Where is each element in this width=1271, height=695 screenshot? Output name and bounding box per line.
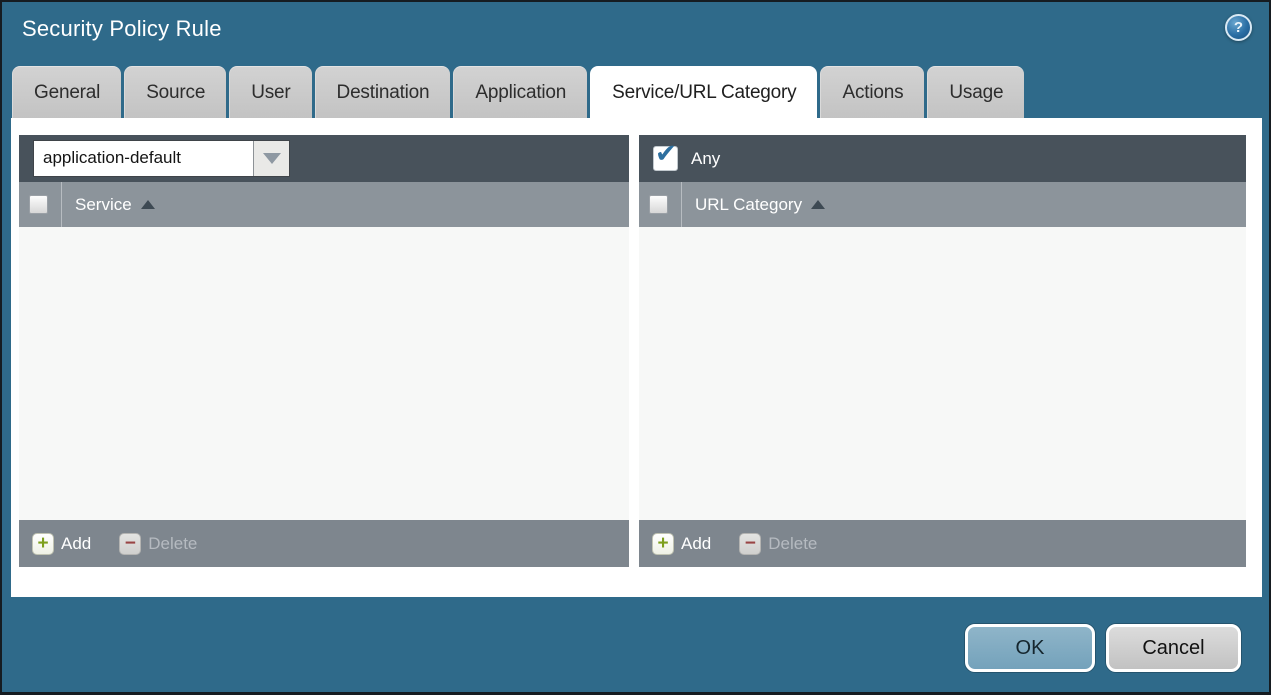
checkmark-icon: ✔ — [655, 138, 677, 168]
url-category-delete-button[interactable]: − Delete — [739, 532, 818, 555]
delete-button-label: Delete — [148, 533, 198, 553]
tab-general[interactable]: General — [12, 66, 122, 118]
service-dropdown[interactable]: application-default — [33, 140, 290, 177]
any-checkbox[interactable]: ✔ — [653, 138, 678, 171]
chevron-down-icon[interactable] — [253, 141, 289, 176]
tab-destination[interactable]: Destination — [314, 66, 451, 118]
plus-icon: + — [652, 532, 674, 555]
url-category-add-button[interactable]: + Add — [652, 532, 712, 555]
url-category-panel: ✔ Any URL Category + Add − Delete — [639, 135, 1246, 567]
url-category-table-header: URL Category — [639, 182, 1246, 227]
delete-button-label: Delete — [768, 533, 818, 553]
service-column-header[interactable]: Service — [75, 195, 132, 215]
ok-button[interactable]: OK — [965, 624, 1095, 672]
service-panel: application-default Service + Add − Dele… — [19, 135, 629, 567]
service-panel-footer: + Add − Delete — [19, 520, 629, 567]
url-category-panel-footer: + Add − Delete — [639, 520, 1246, 567]
minus-icon: − — [119, 532, 142, 555]
tab-application[interactable]: Application — [453, 66, 588, 118]
tab-source[interactable]: Source — [124, 66, 227, 118]
tab-actions[interactable]: Actions — [820, 66, 925, 118]
url-category-panel-toolbar: ✔ Any — [639, 135, 1246, 182]
tab-service-url-category[interactable]: Service/URL Category — [590, 66, 818, 120]
tab-user[interactable]: User — [229, 66, 312, 118]
header-divider — [61, 182, 62, 227]
sort-ascending-icon[interactable] — [811, 200, 826, 209]
minus-icon: − — [739, 532, 762, 555]
any-checkbox-label: Any — [691, 148, 721, 168]
service-list[interactable] — [19, 227, 629, 520]
tab-usage[interactable]: Usage — [927, 66, 1025, 118]
add-button-label: Add — [61, 533, 92, 553]
dialog-content: application-default Service + Add − Dele… — [11, 118, 1262, 597]
plus-icon: + — [32, 532, 54, 555]
cancel-button[interactable]: Cancel — [1106, 624, 1241, 672]
service-select-all-checkbox[interactable] — [29, 195, 48, 214]
help-icon[interactable]: ? — [1225, 14, 1252, 41]
service-table-header: Service — [19, 182, 629, 227]
url-category-column-header[interactable]: URL Category — [695, 195, 802, 215]
service-add-button[interactable]: + Add — [32, 532, 92, 555]
tab-bar: General Source User Destination Application S… — [12, 66, 1269, 120]
url-category-list[interactable] — [639, 227, 1246, 520]
chevron-down-glyph — [262, 153, 281, 164]
service-panel-toolbar: application-default — [19, 135, 629, 182]
add-button-label: Add — [681, 533, 712, 553]
url-category-select-all-checkbox[interactable] — [649, 195, 668, 214]
security-policy-rule-dialog: Security Policy Rule ? General Source User… — [0, 0, 1271, 695]
sort-ascending-icon[interactable] — [140, 200, 155, 209]
dialog-title: Security Policy Rule — [22, 16, 222, 41]
service-dropdown-value: application-default — [43, 148, 181, 167]
header-divider — [681, 182, 682, 227]
service-delete-button[interactable]: − Delete — [119, 532, 198, 555]
